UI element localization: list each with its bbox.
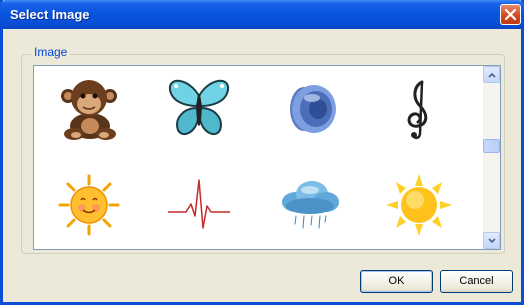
title-bar[interactable]: Select Image bbox=[0, 0, 524, 29]
ok-button[interactable]: OK bbox=[360, 270, 433, 293]
scroll-up-button[interactable] bbox=[483, 66, 500, 83]
chevron-up-icon bbox=[488, 72, 496, 78]
window-title: Select Image bbox=[10, 7, 90, 22]
image-item-smiling-sun[interactable] bbox=[54, 172, 134, 244]
image-item-butterfly[interactable] bbox=[164, 76, 244, 148]
butterfly-icon bbox=[168, 80, 230, 136]
cancel-button[interactable]: Cancel bbox=[440, 270, 513, 293]
speaker-icon bbox=[290, 85, 336, 133]
image-item-sun[interactable] bbox=[384, 172, 464, 244]
image-group-label: Image bbox=[31, 45, 71, 59]
chevron-down-icon bbox=[488, 238, 496, 244]
scroll-down-button[interactable] bbox=[483, 232, 500, 249]
smiling-sun-icon bbox=[58, 174, 120, 236]
image-item-heartbeat[interactable] bbox=[164, 172, 244, 244]
close-button[interactable] bbox=[500, 4, 521, 25]
image-item-treble-clef[interactable] bbox=[384, 76, 464, 148]
rain-cloud-icon bbox=[282, 181, 339, 229]
scroll-thumb[interactable] bbox=[483, 139, 500, 153]
heartbeat-icon bbox=[168, 179, 230, 229]
treble-clef-icon bbox=[407, 80, 428, 140]
close-icon bbox=[505, 9, 516, 20]
vertical-scrollbar[interactable] bbox=[483, 66, 500, 249]
image-list[interactable] bbox=[33, 65, 501, 250]
monkey-icon bbox=[61, 80, 117, 140]
image-item-speaker[interactable] bbox=[274, 76, 354, 148]
image-item-rain-cloud[interactable] bbox=[274, 172, 354, 244]
image-item-monkey[interactable] bbox=[54, 76, 134, 148]
sun-icon bbox=[386, 174, 452, 236]
